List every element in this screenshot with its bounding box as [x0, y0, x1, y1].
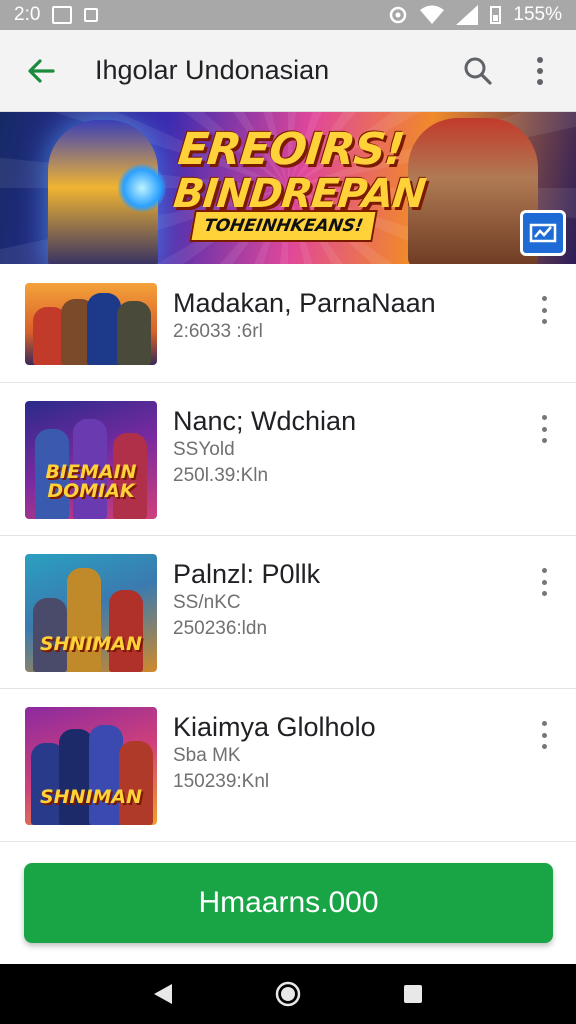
- game-meta: 250236:ldn: [173, 618, 268, 639]
- thumbnail-label: SHNIMAN: [39, 633, 143, 655]
- item-more-button[interactable]: [532, 411, 556, 447]
- game-title: Madakan, ParnaNaan: [173, 288, 436, 318]
- image-icon: [52, 6, 73, 24]
- list-item[interactable]: SHNIMAN Kiaimya Glolholo Sba MK 150239:K…: [0, 689, 576, 842]
- item-more-button[interactable]: [532, 564, 556, 600]
- game-meta: 250l.39:Kln: [173, 465, 269, 486]
- app-bar: Ihgolar Undonasian: [0, 30, 576, 112]
- wifi-icon: [420, 5, 445, 24]
- status-time: 2:0: [14, 4, 41, 25]
- back-triangle-icon: [153, 984, 172, 1004]
- back-button[interactable]: [17, 47, 65, 95]
- item-more-button[interactable]: [532, 717, 556, 753]
- more-vert-icon: [541, 721, 547, 726]
- primary-action-button[interactable]: Hmaarns.000: [24, 863, 553, 943]
- game-title: Kiaimya Glolholo: [173, 712, 376, 742]
- game-thumbnail: SHNIMAN: [25, 707, 157, 825]
- search-icon: [464, 57, 492, 85]
- banner-energy-orb: [118, 164, 166, 212]
- thumbnail-label: BIEMAIN DOMIAK: [45, 461, 137, 502]
- nav-home-button[interactable]: [266, 972, 310, 1016]
- back-arrow-icon: [28, 58, 55, 83]
- recents-square-icon: [404, 985, 423, 1003]
- nav-recents-button[interactable]: [391, 972, 435, 1016]
- banner-subtitle: TOHEINHKEANS!: [189, 210, 378, 242]
- game-title: Palnzl: P0llk: [173, 559, 321, 589]
- banner-title: EREOIRS! BINDREPAN: [171, 124, 432, 217]
- banner-badge-icon: [520, 210, 566, 256]
- battery-percent: 155%: [513, 4, 562, 25]
- more-vert-icon: [541, 568, 547, 573]
- promo-banner[interactable]: EREOIRS! BINDREPAN TOHEINHKEANS!: [0, 112, 576, 264]
- game-meta: 150239:Knl: [173, 771, 270, 792]
- search-button[interactable]: [456, 49, 500, 93]
- game-title: Nanc; Wdchian: [173, 406, 357, 436]
- more-vert-icon: [541, 296, 547, 301]
- game-thumbnail: BIEMAIN DOMIAK: [25, 401, 157, 519]
- list-item[interactable]: Madakan, ParnaNaan 2:6033 :6rl: [0, 264, 576, 383]
- notification-icon: [84, 8, 99, 22]
- banner-title-line1: EREOIRS!: [175, 124, 407, 175]
- game-meta: Sba MK: [173, 745, 241, 766]
- game-meta: 2:6033 :6rl: [173, 321, 263, 342]
- overflow-menu-button[interactable]: [518, 49, 562, 93]
- item-more-button[interactable]: [532, 292, 556, 328]
- game-meta: SSYold: [173, 439, 235, 460]
- system-nav-bar: [0, 964, 576, 1024]
- more-vert-icon: [541, 415, 547, 420]
- game-thumbnail: [25, 283, 157, 365]
- home-circle-icon: [275, 981, 301, 1007]
- game-meta: SS/nKC: [173, 592, 241, 613]
- more-vert-icon: [537, 56, 543, 85]
- nav-back-button[interactable]: [141, 972, 185, 1016]
- sync-icon: [390, 6, 407, 24]
- list-item[interactable]: SHNIMAN Palnzl: P0llk SS/nKC 250236:ldn: [0, 536, 576, 689]
- thumbnail-label: SHNIMAN: [39, 786, 143, 808]
- signal-icon: [456, 5, 479, 25]
- game-thumbnail: SHNIMAN: [25, 554, 157, 672]
- status-bar: 2:0 155%: [0, 0, 576, 30]
- battery-icon: [490, 6, 502, 24]
- game-list: Madakan, ParnaNaan 2:6033 :6rl BIEMAIN D…: [0, 264, 576, 842]
- list-item[interactable]: BIEMAIN DOMIAK Nanc; Wdchian SSYold 250l…: [0, 383, 576, 536]
- page-title: Ihgolar Undonasian: [95, 55, 330, 85]
